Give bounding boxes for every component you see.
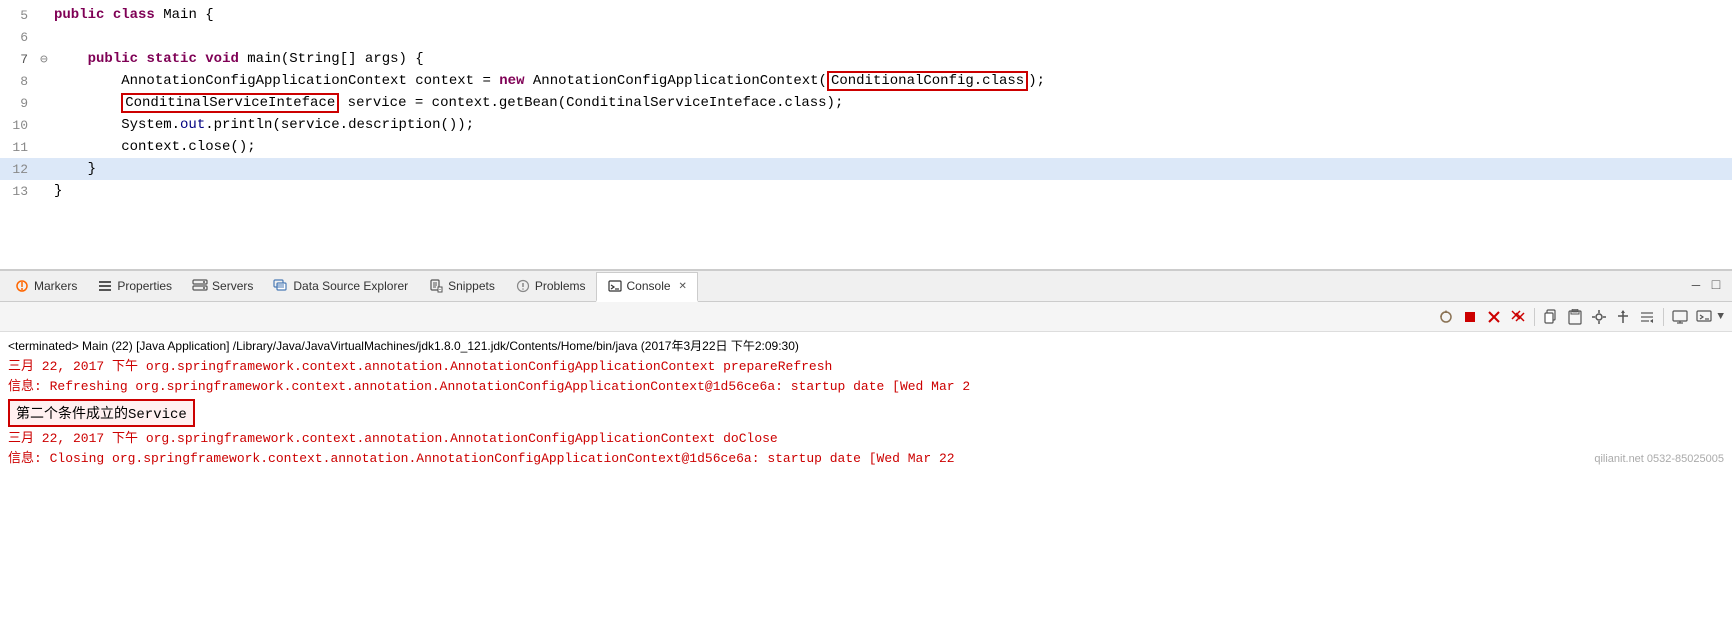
toolbar-sep-2 [1663, 308, 1664, 326]
line-number-7: 7 [0, 52, 40, 67]
code-line-6: 6 [0, 26, 1732, 48]
console-output: <terminated> Main (22) [Java Application… [0, 332, 1732, 600]
toolbar-remove-btn[interactable] [1483, 306, 1505, 328]
line-content-7: public static void main(String[] args) { [54, 51, 1732, 67]
console-log-5-container: 信息: Closing org.springframework.context.… [8, 449, 1724, 469]
console-header: <terminated> Main (22) [Java Application… [8, 334, 1724, 357]
toolbar-copy-btn[interactable] [1540, 306, 1562, 328]
console-toolbar-buttons: ▼ [1435, 306, 1724, 328]
console-icon [607, 278, 623, 294]
toolbar-paste-btn[interactable] [1564, 306, 1586, 328]
toolbar-stop-btn[interactable] [1459, 306, 1481, 328]
tab-markers-label: Markers [34, 279, 77, 293]
line-content-13: } [54, 183, 1732, 199]
tab-console[interactable]: Console ✕ [596, 272, 698, 302]
toolbar-open-console-btn[interactable] [1693, 306, 1715, 328]
console-log-2-container: 信息: Refreshing org.springframework.conte… [8, 377, 1724, 397]
console-log-3-container: 第二个条件成立的Service [8, 399, 1724, 427]
tab-datasource[interactable]: Data Source Explorer [263, 271, 418, 301]
toolbar-display-btn[interactable] [1669, 306, 1691, 328]
line-content-8: AnnotationConfigApplicationContext conte… [54, 73, 1732, 89]
console-highlight-text: 第二个条件成立的Service [8, 399, 195, 427]
code-line-9: 9 ConditinalServiceInteface service = co… [0, 92, 1732, 114]
tab-datasource-label: Data Source Explorer [293, 279, 408, 293]
problems-icon [515, 278, 531, 294]
code-lines: 5 public class Main { 6 7 ⊖ public stati… [0, 0, 1732, 269]
line-number-11: 11 [0, 140, 40, 155]
line-content-9: ConditinalServiceInteface service = cont… [54, 95, 1732, 111]
toolbar-pin-btn[interactable] [1612, 306, 1634, 328]
code-line-10: 10 System.out.println(service.descriptio… [0, 114, 1732, 136]
tab-console-close[interactable]: ✕ [679, 281, 687, 292]
tab-snippets-label: Snippets [448, 279, 495, 293]
code-line-11: 11 context.close(); [0, 136, 1732, 158]
tab-servers[interactable]: Servers [182, 271, 263, 301]
tab-problems-label: Problems [535, 279, 586, 293]
maximize-button[interactable]: □ [1708, 278, 1724, 294]
tab-problems[interactable]: Problems [505, 271, 596, 301]
code-editor: 5 public class Main { 6 7 ⊖ public stati… [0, 0, 1732, 270]
console-log-2: 信息: Refreshing org.springframework.conte… [8, 377, 970, 397]
console-toolbar: ▼ [0, 302, 1732, 332]
servers-icon [192, 278, 208, 294]
toolbar-dropdown-arrow[interactable]: ▼ [1717, 311, 1724, 323]
line-number-5: 5 [0, 8, 40, 23]
tab-markers[interactable]: Markers [4, 271, 87, 301]
tab-console-label: Console [627, 279, 671, 293]
toolbar-scroll-lock-btn[interactable] [1636, 306, 1658, 328]
line-number-12: 12 [0, 162, 40, 177]
console-log-1: 三月 22, 2017 下午 org.springframework.conte… [8, 357, 1724, 377]
line-marker-7: ⊖ [40, 52, 54, 67]
toolbar-sep-1 [1534, 308, 1535, 326]
code-line-12: 12 } [0, 158, 1732, 180]
tab-bar: Markers Properties Servers Data Source E… [0, 270, 1732, 302]
line-content-11: context.close(); [54, 139, 1732, 155]
line-content-10: System.out.println(service.description()… [54, 117, 1732, 133]
tab-snippets[interactable]: Snippets [418, 271, 505, 301]
code-line-5: 5 public class Main { [0, 4, 1732, 26]
console-log-5: 信息: Closing org.springframework.context.… [8, 449, 1584, 469]
line-number-6: 6 [0, 30, 40, 45]
tab-properties-label: Properties [117, 279, 172, 293]
code-line-8: 8 AnnotationConfigApplicationContext con… [0, 70, 1732, 92]
console-log-4: 三月 22, 2017 下午 org.springframework.conte… [8, 429, 1724, 449]
snippets-icon [428, 278, 444, 294]
minimize-button[interactable]: — [1688, 278, 1704, 294]
properties-icon [97, 278, 113, 294]
line-content-12: } [54, 161, 1732, 177]
line-number-13: 13 [0, 184, 40, 199]
line-number-9: 9 [0, 96, 40, 111]
code-line-7: 7 ⊖ public static void main(String[] arg… [0, 48, 1732, 70]
line-number-8: 8 [0, 74, 40, 89]
watermark: qilianit.net 0532-85025005 [1594, 453, 1724, 465]
datasource-icon [273, 278, 289, 294]
console-section: ▼ <terminated> Main (22) [Java Applicati… [0, 302, 1732, 600]
code-line-13: 13 } [0, 180, 1732, 202]
line-number-10: 10 [0, 118, 40, 133]
toolbar-properties-btn[interactable] [1588, 306, 1610, 328]
tab-servers-label: Servers [212, 279, 253, 293]
tab-properties[interactable]: Properties [87, 271, 182, 301]
tab-bar-controls: — □ [1688, 278, 1728, 294]
line-content-5: public class Main { [54, 7, 1732, 23]
markers-icon [14, 278, 30, 294]
toolbar-remove-all-btn[interactable] [1507, 306, 1529, 328]
toolbar-reconnect-btn[interactable] [1435, 306, 1457, 328]
